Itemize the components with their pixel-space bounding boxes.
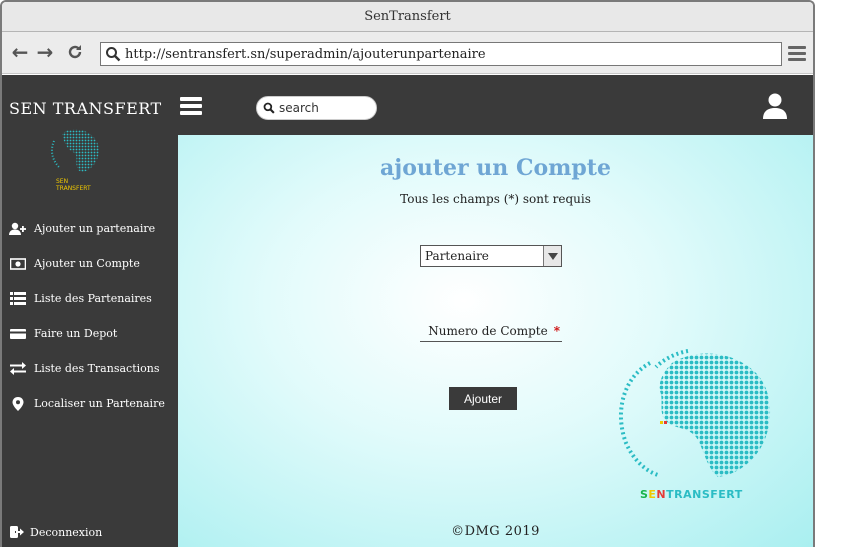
sidebar-item-label: Ajouter un partenaire — [34, 222, 156, 235]
sidebar-item-label: Faire un Depot — [34, 327, 118, 340]
required-fields-note: Tous les champs (*) sont requis — [400, 192, 591, 206]
sidebar-item-ajouter-compte[interactable]: Ajouter un Compte — [2, 246, 178, 281]
sidebar-item-label: Liste des Transactions — [34, 362, 160, 375]
sign-out-icon — [9, 525, 25, 539]
partner-select[interactable]: Partenaire — [420, 245, 562, 267]
exchange-arrows-icon — [9, 362, 27, 376]
globe-logo — [614, 345, 774, 480]
globe-icon — [618, 349, 771, 477]
browser-window: SenTransfert ← → http://sentransfert.sn/… — [0, 0, 815, 547]
brand-logo-part2: TRANSFERT — [666, 488, 743, 501]
sidebar: SEN TRANSFERT Ajouter un partenaire Ajou… — [2, 129, 178, 547]
search-icon — [101, 43, 125, 65]
user-profile-icon[interactable] — [762, 92, 788, 120]
page-title: ajouter un Compte — [380, 155, 611, 181]
search-input[interactable]: search — [256, 96, 377, 120]
window-title: SenTransfert — [364, 9, 451, 24]
logo-text: SEN TRANSFERT — [56, 178, 91, 192]
sidebar-item-liste-partenaires[interactable]: Liste des Partenaires — [2, 281, 178, 316]
window-titlebar: SenTransfert — [2, 2, 813, 32]
hamburger-menu-icon[interactable] — [180, 97, 202, 117]
chevron-down-icon[interactable] — [543, 246, 561, 266]
address-bar[interactable]: http://sentransfert.sn/superadmin/ajoute… — [100, 42, 782, 66]
sidebar-item-ajouter-partenaire[interactable]: Ajouter un partenaire — [2, 211, 178, 246]
sen-transfert-logo: SEN TRANSFERT — [48, 127, 104, 192]
sidebar-item-label: Localiser un Partenaire — [34, 397, 165, 410]
sidebar-item-label: Ajouter un Compte — [34, 257, 140, 270]
sidebar-item-faire-depot[interactable]: Faire un Depot — [2, 316, 178, 351]
logout-label: Deconnexion — [30, 525, 103, 539]
forward-arrow-icon[interactable]: → — [35, 42, 55, 62]
list-icon — [9, 292, 27, 306]
main-content: ajouter un Compte Tous les champs (*) so… — [178, 135, 813, 547]
search-icon — [263, 102, 275, 114]
money-bill-icon — [9, 257, 27, 271]
globe-logo-icon — [50, 129, 99, 172]
brand-logo-text: SENTRANSFERT — [640, 488, 743, 501]
top-navbar: SEN TRANSFERT search — [2, 75, 813, 135]
brand-logo-part1: SEN — [640, 488, 667, 501]
partner-select-value: Partenaire — [425, 249, 489, 263]
logout-link[interactable]: Deconnexion — [2, 522, 178, 542]
credit-card-icon — [9, 327, 27, 341]
search-placeholder: search — [279, 101, 319, 115]
account-number-field[interactable]: Numero de Compte * — [420, 321, 562, 342]
sidebar-menu: Ajouter un partenaire Ajouter un Compte … — [2, 211, 178, 421]
account-number-label: Numero de Compte — [428, 324, 548, 338]
url-text: http://sentransfert.sn/superadmin/ajoute… — [125, 46, 486, 62]
sidebar-item-localiser-partenaire[interactable]: Localiser un Partenaire — [2, 386, 178, 421]
brand-title: SEN TRANSFERT — [9, 99, 162, 118]
required-asterisk: * — [553, 324, 560, 338]
browser-toolbar: ← → http://sentransfert.sn/superadmin/aj… — [2, 32, 813, 74]
sidebar-item-liste-transactions[interactable]: Liste des Transactions — [2, 351, 178, 386]
sidebar-item-label: Liste des Partenaires — [34, 292, 152, 305]
map-marker-icon — [9, 396, 27, 411]
ajouter-button[interactable]: Ajouter — [449, 387, 517, 410]
reload-icon[interactable] — [65, 42, 85, 62]
browser-menu-icon[interactable] — [788, 46, 806, 62]
user-plus-icon — [9, 222, 27, 236]
back-arrow-icon[interactable]: ← — [10, 42, 30, 62]
copyright-footer: ©DMG 2019 — [451, 524, 540, 539]
